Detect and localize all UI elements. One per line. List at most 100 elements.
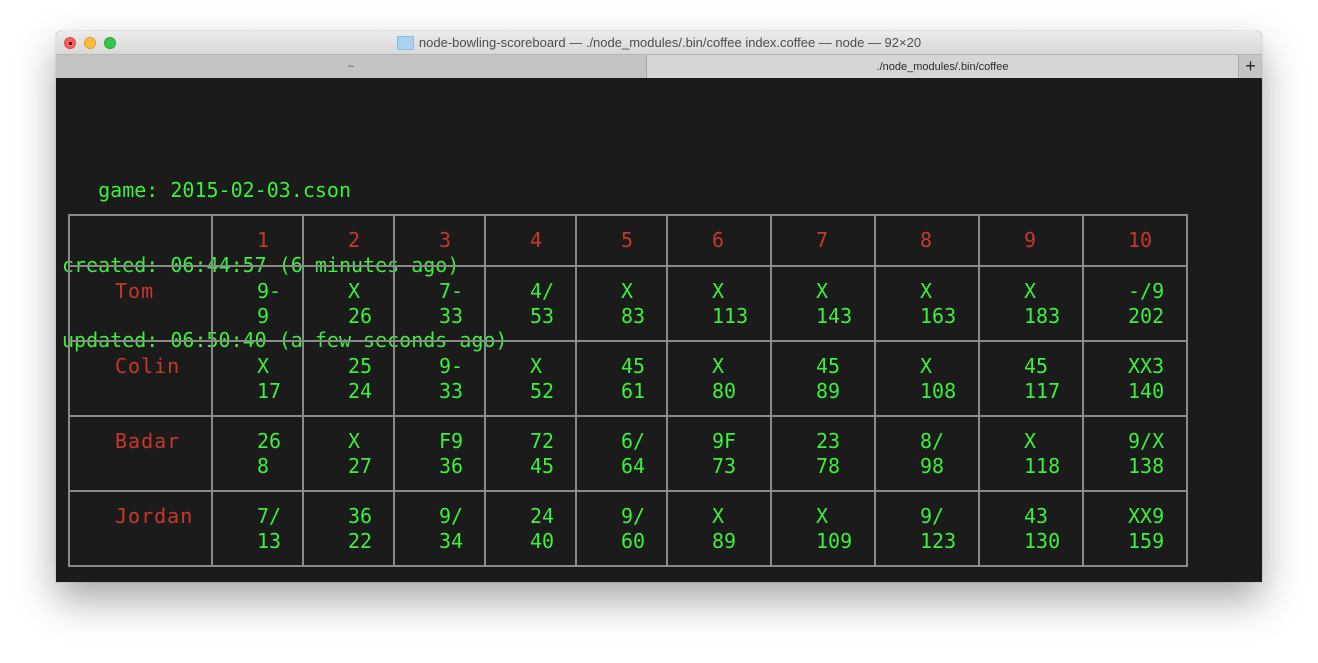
frame-cell: XX9 159 xyxy=(1082,490,1188,567)
tab-home[interactable]: ~ xyxy=(56,55,647,78)
frame-marks: 43 xyxy=(1024,504,1049,528)
frame-content: X 108 xyxy=(876,342,978,404)
frame-content: X 89 xyxy=(668,492,770,554)
frame-header-cell: 1 xyxy=(211,214,304,267)
close-window-button[interactable] xyxy=(64,37,76,49)
frame-marks: X xyxy=(920,279,933,303)
frame-content: X 83 xyxy=(577,267,666,329)
player-row: Tom 9- 9 X 26 7- 33 4/53 X 83 X 113 X 143 X 163 X 183 -/9 2… xyxy=(68,265,1188,342)
minimize-window-button[interactable] xyxy=(84,37,96,49)
frame-content: 9- 33 xyxy=(395,342,484,404)
frame-marks: 23 xyxy=(816,429,841,453)
player-name: Badar xyxy=(115,429,181,453)
frame-marks: F9 xyxy=(439,429,464,453)
frame-marks: 7- xyxy=(439,279,464,303)
frame-running-total: 98 xyxy=(920,454,945,478)
frame-running-total: 52 xyxy=(530,379,555,403)
frame-marks: X xyxy=(816,279,829,303)
frame-content: 9/60 xyxy=(577,492,666,554)
frame-running-total: 60 xyxy=(621,529,646,553)
frame-marks: X xyxy=(621,279,634,303)
frame-content: XX9 159 xyxy=(1084,492,1186,554)
terminal-window: node-bowling-scoreboard — ./node_modules… xyxy=(56,31,1262,582)
frame-running-total: 53 xyxy=(530,304,555,328)
frame-cell: X 143 xyxy=(770,265,876,342)
frame-cell: 7- 33 xyxy=(393,265,486,342)
window-title: node-bowling-scoreboard — ./node_modules… xyxy=(418,35,922,50)
frame-running-total: 64 xyxy=(621,454,646,478)
player-name: Colin xyxy=(115,354,181,378)
frame-cell: 6/64 xyxy=(575,415,668,492)
frame-running-total: 123 xyxy=(920,529,957,553)
frame-content: 45 89 xyxy=(772,342,874,404)
player-name-cell: Badar xyxy=(68,415,213,492)
frame-marks: X xyxy=(530,354,543,378)
frame-header-cell: 5 xyxy=(575,214,668,267)
frame-cell: 9- 9 xyxy=(211,265,304,342)
player-row: Colin X 17 25 24 9- 33 X 52 45 61 X 80 45 89 X 108 45 117 X… xyxy=(68,340,1188,417)
frame-cell: 45 89 xyxy=(770,340,876,417)
frame-content: 9F 73 xyxy=(668,417,770,479)
frame-cell: -/9 202 xyxy=(1082,265,1188,342)
frame-cell: 9/123 xyxy=(874,490,980,567)
frame-running-total: 33 xyxy=(439,304,464,328)
frame-cell: X 26 xyxy=(302,265,395,342)
frame-marks: X xyxy=(816,504,829,528)
frame-content: 43 130 xyxy=(980,492,1082,554)
frame-content: X 80 xyxy=(668,342,770,404)
tab-label: ~ xyxy=(347,60,355,73)
frame-content: 8/98 xyxy=(876,417,978,479)
frame-marks: X xyxy=(712,354,725,378)
frame-content: XX3 140 xyxy=(1084,342,1186,404)
frame-cell: 7/13 xyxy=(211,490,304,567)
frame-marks: 36 xyxy=(348,504,373,528)
frame-cell: 26 8 xyxy=(211,415,304,492)
frame-running-total: 73 xyxy=(712,454,737,478)
frame-content: 9/123 xyxy=(876,492,978,554)
frame-running-total: 117 xyxy=(1024,379,1061,403)
frame-running-total: 8 xyxy=(257,454,270,478)
frame-content: X 52 xyxy=(486,342,575,404)
zoom-window-button[interactable] xyxy=(104,37,116,49)
frame-marks: X xyxy=(257,354,270,378)
frame-running-total: 27 xyxy=(348,454,373,478)
player-row: Jordan 7/13 36 22 9/34 24 40 9/60 X 89 X 109 9/123 43… xyxy=(68,490,1188,567)
frame-content: 4/53 xyxy=(486,267,575,329)
new-tab-button[interactable]: + xyxy=(1238,55,1262,78)
frame-marks: 45 xyxy=(1024,354,1049,378)
frame-content: X 143 xyxy=(772,267,874,329)
frame-running-total: 83 xyxy=(621,304,646,328)
frame-content: 26 8 xyxy=(213,417,302,479)
frame-marks: 45 xyxy=(621,354,646,378)
frame-cell: X 80 xyxy=(666,340,772,417)
frame-running-total: 163 xyxy=(920,304,957,328)
tab-coffee[interactable]: ./node_modules/.bin/coffee xyxy=(647,55,1238,78)
frame-running-total: 40 xyxy=(530,529,555,553)
frame-marks: 9F xyxy=(712,429,737,453)
frame-content: 23 78 xyxy=(772,417,874,479)
player-name: Tom xyxy=(115,279,155,303)
frame-content: F9 36 xyxy=(395,417,484,479)
frame-running-total: 89 xyxy=(816,379,841,403)
frame-running-total: 138 xyxy=(1128,454,1165,478)
terminal-output[interactable]: game: 2015-02-03.cson created: 06:44:57 … xyxy=(56,78,1262,582)
frame-header-cell: 9 xyxy=(978,214,1084,267)
frame-cell: 24 40 xyxy=(484,490,577,567)
frame-running-total: 89 xyxy=(712,529,737,553)
frame-running-total: 130 xyxy=(1024,529,1061,553)
frame-marks: 25 xyxy=(348,354,373,378)
frame-cell: X 108 xyxy=(874,340,980,417)
frame-cell: 45 117 xyxy=(978,340,1084,417)
frame-cell: X 83 xyxy=(575,265,668,342)
frame-number: 8 xyxy=(920,228,933,252)
plus-icon: + xyxy=(1245,56,1256,76)
frame-content: X 118 xyxy=(980,417,1082,479)
title-bar: node-bowling-scoreboard — ./node_modules… xyxy=(56,31,1262,54)
frame-running-total: 159 xyxy=(1128,529,1165,553)
frame-cell: 9/34 xyxy=(393,490,486,567)
frame-marks: 9/ xyxy=(439,504,464,528)
frame-running-total: 17 xyxy=(257,379,282,403)
frame-marks: 7/ xyxy=(257,504,282,528)
frame-marks: X xyxy=(348,279,361,303)
frame-header-cell: 3 xyxy=(393,214,486,267)
